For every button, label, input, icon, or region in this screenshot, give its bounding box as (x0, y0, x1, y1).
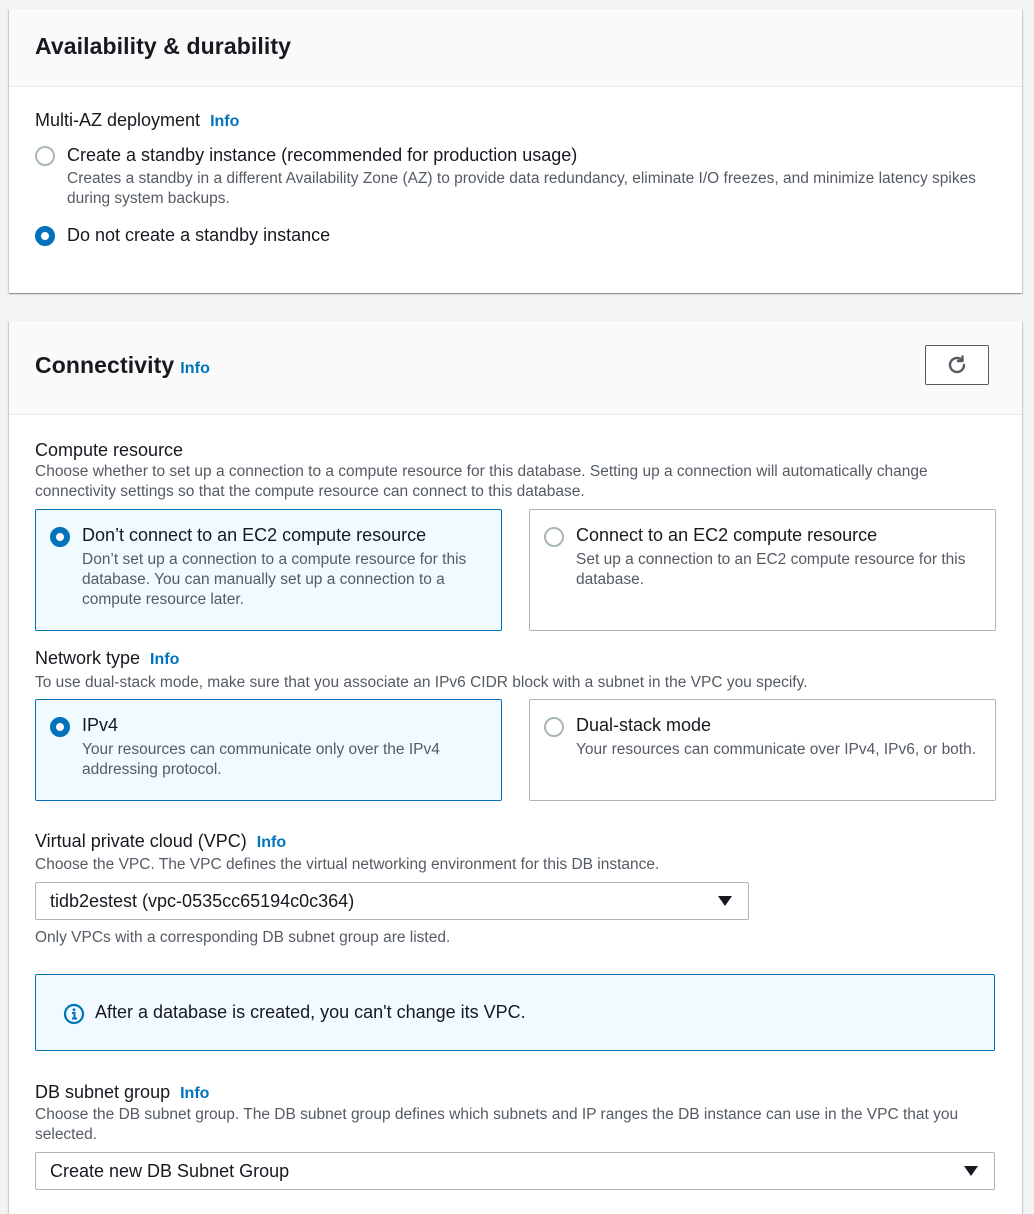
vpc-label: Virtual private cloud (VPC) Info (35, 831, 286, 852)
no-standby-label[interactable]: Do not create a standby instance (67, 225, 330, 246)
multi-az-label: Multi-AZ deployment Info (35, 110, 239, 131)
vpc-select[interactable]: tidb2estest (vpc-0535cc65194c0c364) (35, 882, 749, 920)
no-ec2-label: Don’t connect to an EC2 compute resource (82, 525, 427, 545)
network-type-info-link[interactable]: Info (150, 651, 179, 668)
subnet-label: DB subnet group Info (35, 1082, 209, 1103)
tile-connect-ec2[interactable]: Connect to an EC2 compute resource Set u… (529, 509, 996, 631)
vpc-label-text: Virtual private cloud (VPC) (35, 831, 247, 851)
connect-ec2-label: Connect to an EC2 compute resource (576, 525, 878, 545)
tile-no-ec2[interactable]: Don’t connect to an EC2 compute resource… (35, 509, 502, 631)
vpc-info-link[interactable]: Info (257, 834, 286, 851)
network-type-label: Network type Info (35, 648, 179, 669)
connectivity-title-text: Connectivity (35, 352, 175, 378)
subnet-description: Choose the DB subnet group. The DB subne… (35, 1106, 959, 1143)
connectivity-panel: Connectivity Info Compute resource Choose… (9, 321, 1022, 1214)
vpc-alert: After a database is created, you can't c… (35, 974, 995, 1051)
caret-down-icon (718, 896, 732, 906)
create-standby-description: Creates a standby in a different Availab… (67, 170, 976, 207)
no-ec2-description: Don’t set up a connection to a compute r… (82, 551, 467, 608)
dual-stack-label: Dual-stack mode (576, 715, 712, 735)
availability-header: Availability & durability (9, 9, 1022, 87)
compute-resource-label: Compute resource (35, 440, 184, 460)
subnet-label-text: DB subnet group (35, 1082, 171, 1102)
vpc-alert-text: After a database is created, you can't c… (95, 1002, 526, 1022)
network-type-description: To use dual-stack mode, make sure that y… (35, 674, 808, 691)
vpc-hint: Only VPCs with a corresponding DB subnet… (35, 929, 451, 946)
multi-az-label-text: Multi-AZ deployment (35, 110, 201, 130)
radio-connect-ec2[interactable] (544, 527, 564, 547)
create-standby-label[interactable]: Create a standby instance (recommended f… (67, 145, 577, 166)
connectivity-header: Connectivity Info (9, 321, 1022, 415)
caret-down-icon (964, 1166, 978, 1176)
availability-panel: Availability & durability Multi-AZ deplo… (9, 9, 1022, 293)
dual-stack-description: Your resources can communicate over IPv4… (576, 741, 977, 758)
connectivity-info-link[interactable]: Info (180, 360, 210, 377)
vpc-select-value: tidb2estest (vpc-0535cc65194c0c364) (50, 891, 355, 911)
subnet-info-link[interactable]: Info (180, 1085, 209, 1102)
availability-title: Availability & durability (35, 33, 291, 59)
radio-no-ec2[interactable] (50, 527, 70, 547)
network-type-label-text: Network type (35, 648, 141, 668)
multi-az-info-link[interactable]: Info (210, 113, 239, 130)
refresh-icon (948, 355, 966, 374)
subnet-select[interactable]: Create new DB Subnet Group (35, 1152, 995, 1190)
ipv4-description: Your resources can communicate only over… (82, 741, 440, 778)
radio-ipv4[interactable] (50, 717, 70, 737)
radio-dual-stack[interactable] (544, 717, 564, 737)
connectivity-title: Connectivity Info (35, 352, 210, 379)
radio-create-standby-circle[interactable] (35, 146, 55, 166)
radio-no-standby-circle[interactable] (35, 226, 55, 246)
info-circle-icon (63, 1003, 85, 1025)
connect-ec2-description: Set up a connection to an EC2 compute re… (576, 551, 966, 588)
refresh-button[interactable] (925, 345, 989, 385)
tile-ipv4[interactable]: IPv4 Your resources can communicate only… (35, 699, 502, 801)
compute-resource-description: Choose whether to set up a connection to… (35, 463, 928, 500)
ipv4-label: IPv4 (82, 715, 119, 735)
tile-dual-stack[interactable]: Dual-stack mode Your resources can commu… (529, 699, 996, 801)
vpc-description: Choose the VPC. The VPC defines the virt… (35, 856, 660, 873)
subnet-select-value: Create new DB Subnet Group (50, 1161, 290, 1181)
